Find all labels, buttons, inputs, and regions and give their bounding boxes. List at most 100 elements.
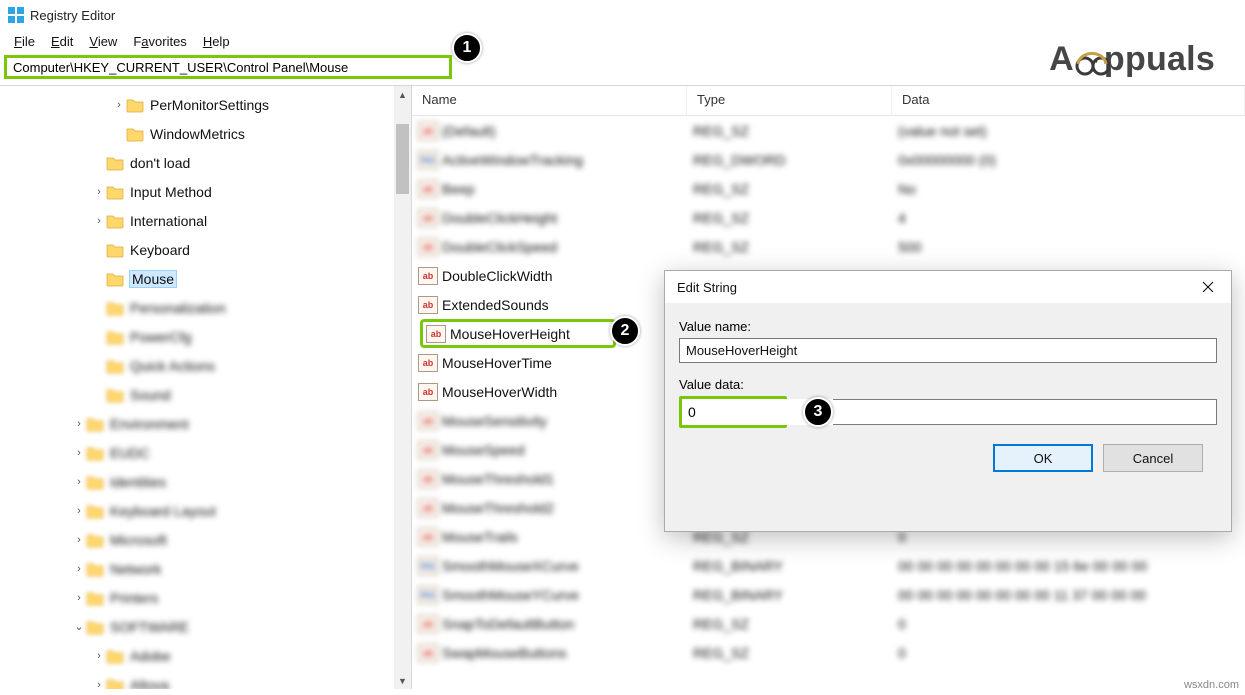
string-value-icon: ab xyxy=(418,238,438,256)
value-name: (Default) xyxy=(442,123,496,139)
string-value-icon: ab xyxy=(418,470,438,488)
scroll-down-icon[interactable]: ▼ xyxy=(394,672,411,689)
folder-icon xyxy=(86,532,104,548)
tree-item[interactable]: Mouse xyxy=(0,264,411,293)
tree-item[interactable]: Sound xyxy=(0,380,411,409)
list-header: Name Type Data xyxy=(412,86,1245,116)
value-data: 4 xyxy=(898,210,1245,226)
footer-text: wsxdn.com xyxy=(1184,679,1239,691)
tree-item-label: Input Method xyxy=(130,184,212,200)
tree-twisty-icon[interactable]: › xyxy=(92,650,106,662)
scroll-up-icon[interactable]: ▲ xyxy=(394,86,411,103)
tree-item[interactable]: › International xyxy=(0,206,411,235)
tree-item[interactable]: don't load xyxy=(0,148,411,177)
valuedata-label: Value data: xyxy=(679,377,1217,392)
tree-item[interactable]: ›Adobe xyxy=(0,641,411,670)
tree-item-label: Personalization xyxy=(130,300,226,316)
menu-view[interactable]: View xyxy=(81,32,125,51)
tree-item[interactable]: ›PerMonitorSettings xyxy=(0,90,411,119)
tree-item[interactable]: ⌄ SOFTWARE xyxy=(0,612,411,641)
value-type: REG_DWORD xyxy=(693,152,898,168)
tree-twisty-icon[interactable]: › xyxy=(72,476,86,488)
dialog-close-button[interactable] xyxy=(1186,272,1229,302)
tree-item[interactable]: Keyboard xyxy=(0,235,411,264)
tree-item[interactable]: Quick Actions xyxy=(0,351,411,380)
value-data: 0x00000000 (0) xyxy=(898,152,1245,168)
tree-item[interactable]: ›Keyboard Layout xyxy=(0,496,411,525)
menu-favorites[interactable]: Favorites xyxy=(125,32,194,51)
tree-twisty-icon[interactable]: › xyxy=(72,447,86,459)
tree-item[interactable]: ›Microsoft xyxy=(0,525,411,554)
callout-badge-3: 3 xyxy=(803,397,833,427)
tree-item[interactable]: PowerCfg xyxy=(0,322,411,351)
tree-item[interactable]: ›Printers xyxy=(0,583,411,612)
tree-twisty-icon[interactable]: › xyxy=(112,99,126,111)
menu-file[interactable]: File xyxy=(6,32,43,51)
value-row[interactable]: abSwapMouseButtonsREG_SZ0 xyxy=(412,638,1245,667)
value-data: 500 xyxy=(898,239,1245,255)
header-name[interactable]: Name xyxy=(412,86,687,115)
tree-twisty-icon[interactable]: ⌄ xyxy=(72,620,86,633)
string-value-icon: ab xyxy=(418,383,438,401)
tree-twisty-icon[interactable]: › xyxy=(92,215,106,227)
scroll-thumb[interactable] xyxy=(396,124,409,194)
value-data: 00 00 00 00 00 00 00 00 15 6e 00 00 00 xyxy=(898,558,1245,574)
edit-string-dialog: Edit String Value name: MouseHoverHeight… xyxy=(664,270,1232,532)
tree-scrollbar[interactable]: ▲ ▼ xyxy=(394,86,411,689)
tree-item-label: PowerCfg xyxy=(130,329,191,345)
value-row[interactable]: abDoubleClickSpeedREG_SZ500 xyxy=(412,232,1245,261)
value-type: REG_BINARY xyxy=(693,587,898,603)
header-type[interactable]: Type xyxy=(687,86,892,115)
tree-twisty-icon[interactable]: › xyxy=(72,534,86,546)
value-name: ActiveWindowTracking xyxy=(442,152,583,168)
folder-icon xyxy=(126,126,144,142)
tree-item[interactable]: WindowMetrics xyxy=(0,119,411,148)
value-row[interactable]: 011ActiveWindowTrackingREG_DWORD0x000000… xyxy=(412,145,1245,174)
value-row[interactable]: abSnapToDefaultButtonREG_SZ0 xyxy=(412,609,1245,638)
tree-item[interactable]: › Environment xyxy=(0,409,411,438)
tree-twisty-icon[interactable]: › xyxy=(72,563,86,575)
string-value-icon: ab xyxy=(418,209,438,227)
tree-item[interactable]: ›Network xyxy=(0,554,411,583)
dialog-title-text: Edit String xyxy=(677,280,737,295)
ok-button[interactable]: OK xyxy=(993,444,1093,472)
tree-item[interactable]: Personalization xyxy=(0,293,411,322)
tree-item[interactable]: › Input Method xyxy=(0,177,411,206)
menu-help[interactable]: Help xyxy=(195,32,238,51)
valuedata-field-extension[interactable] xyxy=(833,399,1217,425)
tree-item[interactable]: ›Identities xyxy=(0,467,411,496)
value-type: REG_SZ xyxy=(693,210,898,226)
tree-twisty-icon[interactable]: › xyxy=(72,505,86,517)
tree-twisty-icon[interactable]: › xyxy=(72,592,86,604)
folder-icon xyxy=(126,97,144,113)
folder-icon xyxy=(86,619,104,635)
value-row[interactable]: ab(Default)REG_SZ(value not set) xyxy=(412,116,1245,145)
value-row[interactable]: 011SmoothMouseYCurveREG_BINARY00 00 00 0… xyxy=(412,580,1245,609)
tree-twisty-icon[interactable]: › xyxy=(72,418,86,430)
value-row[interactable]: abDoubleClickHeightREG_SZ4 xyxy=(412,203,1245,232)
tree-item-label: Environment xyxy=(110,416,189,432)
value-name: SwapMouseButtons xyxy=(442,645,567,661)
value-data: 0 xyxy=(898,645,1245,661)
value-name: MouseTrails xyxy=(442,529,518,545)
tree-item[interactable]: ›EUDC xyxy=(0,438,411,467)
tree-item[interactable]: ›Altova xyxy=(0,670,411,689)
value-type: REG_SZ xyxy=(693,616,898,632)
value-row[interactable]: abBeepREG_SZNo xyxy=(412,174,1245,203)
header-data[interactable]: Data xyxy=(892,86,1245,115)
value-row[interactable]: 011SmoothMouseXCurveREG_BINARY00 00 00 0… xyxy=(412,551,1245,580)
menu-edit[interactable]: Edit xyxy=(43,32,81,51)
string-value-icon: ab xyxy=(418,267,438,285)
close-icon xyxy=(1202,281,1214,293)
tree-twisty-icon[interactable]: › xyxy=(92,679,106,690)
valuename-label: Value name: xyxy=(679,319,1217,334)
tree-twisty-icon[interactable]: › xyxy=(92,186,106,198)
value-name: SnapToDefaultButton xyxy=(442,616,574,632)
address-bar[interactable] xyxy=(4,55,452,79)
tree-item-label: SOFTWARE xyxy=(110,619,189,635)
cancel-button[interactable]: Cancel xyxy=(1103,444,1203,472)
tree-item-label: International xyxy=(130,213,207,229)
string-value-icon: ab xyxy=(418,412,438,430)
folder-icon xyxy=(106,300,124,316)
folder-icon xyxy=(106,387,124,403)
